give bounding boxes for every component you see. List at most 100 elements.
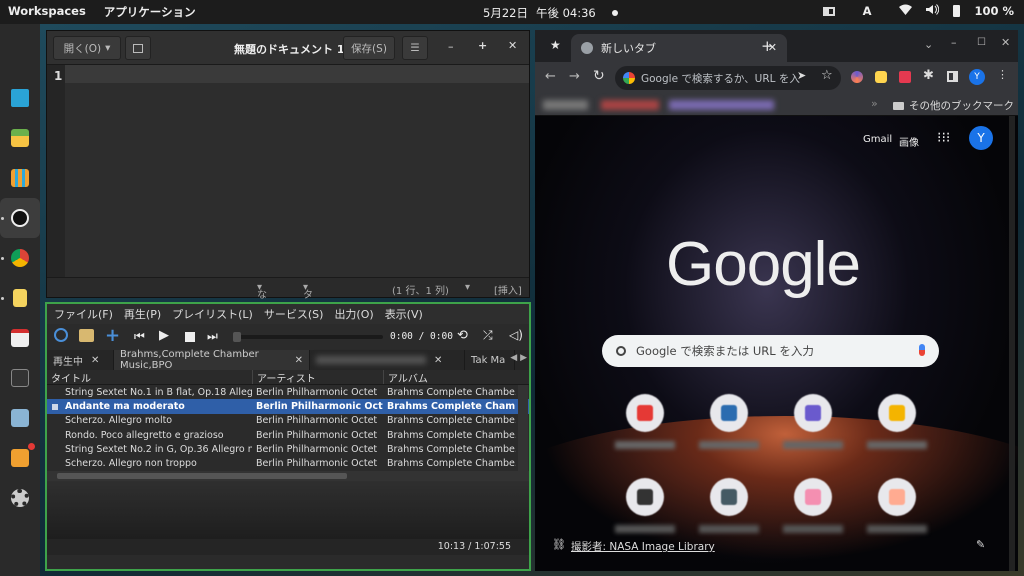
column-artist[interactable]: アーティスト [252,370,383,384]
search-icon[interactable] [54,328,68,342]
shortcut-tile[interactable] [794,478,832,516]
close-icon[interactable]: ✕ [91,355,99,366]
images-link[interactable]: 画像 [899,134,919,149]
voice-search-icon[interactable] [919,344,925,356]
close-icon[interactable]: ✕ [508,39,517,52]
playlist-row-selected[interactable]: Andante ma moderato Berlin Philharmonic O… [47,399,529,414]
menu-file[interactable]: ファイル(F) [54,306,113,322]
shortcut-tile[interactable] [710,478,748,516]
minimize-icon[interactable]: – [448,40,454,53]
maximize-icon[interactable]: ☐ [977,37,986,48]
workspaces-button[interactable]: Workspaces [8,4,86,20]
add-icon[interactable]: + [105,325,120,346]
shortcut-tile[interactable] [794,394,832,432]
column-album[interactable]: アルバム [383,370,516,384]
dock-text-editor[interactable] [0,278,40,318]
minimize-icon[interactable]: – [951,36,957,49]
bookmarks-overflow-icon[interactable]: » [871,97,878,110]
search-box[interactable]: Google で検索または URL を入力 [602,335,939,367]
menu-view[interactable]: 表示(V) [385,306,423,322]
dock-software-center[interactable] [0,438,40,478]
tab-new-tab[interactable]: 新しいタブ ✕ [571,34,787,62]
wifi-icon[interactable] [899,4,913,18]
vertical-scrollbar[interactable] [518,385,528,471]
menu-output[interactable]: 出力(O) [334,306,373,322]
window-layout-icon[interactable] [822,6,835,16]
next-track-icon[interactable]: ⏭ [207,329,218,344]
shortcut-tile[interactable] [878,394,916,432]
repeat-icon[interactable]: ⟲ [457,328,468,343]
hamburger-menu-icon[interactable]: ☰ [402,36,428,60]
back-icon[interactable]: ← [545,69,556,84]
tab-width-selector[interactable]: タブ幅: 8 ▾ [303,282,316,342]
close-icon[interactable]: ✕ [1001,36,1010,49]
tab-blurred-playlist[interactable]: ✕ [310,350,465,370]
profile-avatar[interactable]: Y [969,69,985,85]
send-icon[interactable]: ➤ [797,69,806,82]
extension-3-icon[interactable] [899,71,911,83]
column-title[interactable]: タイトル [47,370,252,384]
dock-tasks[interactable] [0,318,40,358]
other-bookmarks[interactable]: その他のブックマーク [909,98,1014,113]
bookmark-item[interactable] [669,100,774,110]
seek-bar[interactable] [233,335,383,339]
maximize-icon[interactable]: + [478,39,487,52]
dock-window-manager[interactable] [0,118,40,158]
page-scrollbar[interactable] [1009,116,1015,571]
extensions-puzzle-icon[interactable]: ✱ [923,68,934,83]
reload-icon[interactable]: ↻ [593,68,605,84]
position-chevron-icon[interactable]: ▾ [465,282,470,293]
address-bar[interactable]: Google で検索するか、URL を入 [615,66,841,90]
language-selector[interactable]: なし ▾ [257,282,267,316]
extension-1-icon[interactable] [851,71,863,83]
volume-icon[interactable] [926,4,940,18]
tab-scroll-arrows[interactable]: ◀ ▶ [510,353,527,363]
apps-launcher-icon[interactable]: ⁝⁝⁝ [937,130,950,146]
tab-tak-ma[interactable]: Tak Ma [465,350,515,370]
seek-handle[interactable] [233,332,241,342]
shuffle-icon[interactable]: ⤮ [483,328,493,343]
open-button[interactable]: 開く(O) ▾ [53,36,121,60]
dock-apps-grid[interactable] [0,158,40,198]
save-button[interactable]: 保存(S) [343,36,395,60]
shortcut-tile[interactable] [626,394,664,432]
dock-magnifier-app[interactable] [0,78,40,118]
play-icon[interactable]: ▶ [159,328,169,343]
shortcut-tile[interactable] [878,478,916,516]
horizontal-scrollbar[interactable] [47,471,529,481]
menu-playlist[interactable]: プレイリスト(L) [172,306,253,322]
input-method-indicator[interactable]: A [863,4,872,18]
previous-track-icon[interactable]: ⏮ [134,329,145,344]
tab-search-star-icon[interactable]: ★ [550,38,561,52]
playlist-row[interactable]: Scherzo. Allegro molto Berlin Philharmoni… [47,414,529,428]
photo-credit-link[interactable]: 撮影者: NASA Image Library [571,539,715,554]
account-avatar[interactable]: Y [969,126,993,150]
applications-menu[interactable]: アプリケーション [104,4,196,20]
new-document-button[interactable] [125,36,151,60]
bookmark-star-icon[interactable]: ☆ [821,68,833,83]
dock-settings[interactable] [0,478,40,518]
bookmark-item[interactable] [601,100,659,110]
chrome-menu-icon[interactable]: ⋮ [997,68,1008,81]
extension-2-icon[interactable] [875,71,887,83]
close-icon[interactable]: ✕ [434,355,442,366]
battery-icon[interactable] [953,5,961,17]
volume-icon[interactable]: ◁) [509,328,523,342]
tab-list-chevron-icon[interactable]: ⌄ [924,38,933,51]
playlist-row[interactable]: Scherzo. Allegro non troppo Berlin Philha… [47,456,529,470]
new-tab-icon[interactable]: + [761,37,774,55]
dock-audio-player[interactable] [0,198,40,238]
dock-files[interactable] [0,398,40,438]
menu-services[interactable]: サービス(S) [264,306,324,322]
customize-pencil-icon[interactable]: ✎ [976,538,985,551]
bookmark-item[interactable] [543,100,588,110]
tab-now-playing[interactable]: 再生中 ✕ [47,350,114,370]
clock[interactable]: 5月22日 午後 04:36 [483,5,618,21]
playlist-row[interactable]: String Sextet No.2 in G, Op.36 Allegro n… [47,442,529,456]
shortcut-tile[interactable] [710,394,748,432]
editor-text-area[interactable]: 1 [47,65,529,277]
open-folder-icon[interactable] [79,329,94,342]
insert-mode-indicator[interactable]: [挿入] [494,282,522,297]
tab-brahms[interactable]: Brahms,Complete Chamber Music,BPO ✕ [114,349,310,371]
close-icon[interactable]: ✕ [295,355,303,366]
